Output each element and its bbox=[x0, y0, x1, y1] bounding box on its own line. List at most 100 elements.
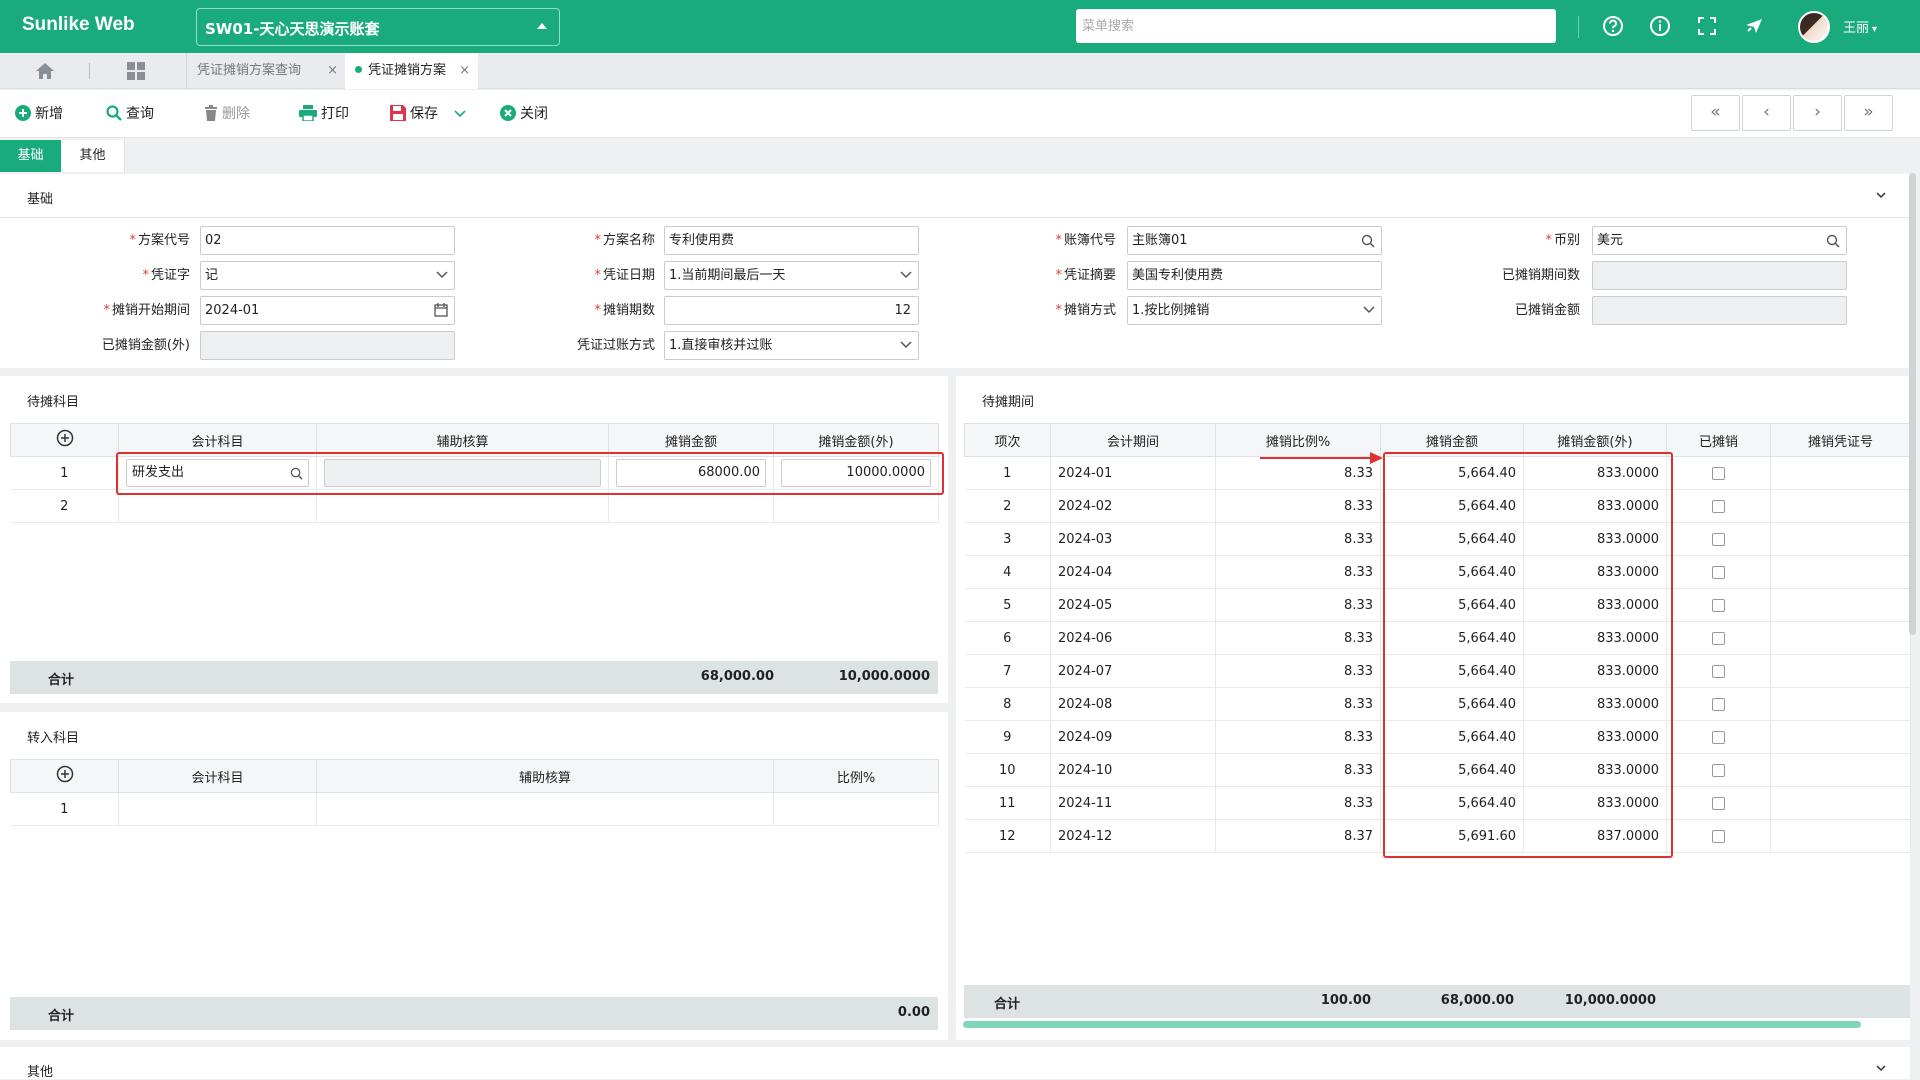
amortized-checkbox[interactable] bbox=[1712, 697, 1725, 711]
next-record-button[interactable]: › bbox=[1793, 95, 1842, 131]
other-section-header[interactable]: 其他 bbox=[0, 1047, 1910, 1080]
amortized-checkbox[interactable] bbox=[1712, 664, 1725, 678]
table-row[interactable]: 10 2024-10 8.33 5,664.40 833.0000 bbox=[964, 753, 1911, 787]
table-row[interactable]: 1 2024-01 8.33 5,664.40 833.0000 bbox=[964, 456, 1911, 490]
new-button[interactable]: 新增 bbox=[15, 104, 63, 124]
subject-cell[interactable]: 研发支出 bbox=[118, 456, 317, 490]
amortized-checkbox[interactable] bbox=[1712, 763, 1725, 777]
tab-voucher-plan-query[interactable]: 凭证摊销方案查询 × bbox=[186, 53, 346, 89]
notification-icon[interactable] bbox=[1742, 13, 1768, 39]
home-icon[interactable] bbox=[34, 61, 56, 81]
user-menu[interactable]: 王丽 ▾ bbox=[1843, 17, 1877, 36]
subtab-other[interactable]: 其他 bbox=[61, 140, 125, 172]
add-row-header[interactable] bbox=[10, 759, 119, 793]
start-period-input[interactable]: 2024-01 bbox=[200, 296, 455, 325]
ratio-cell[interactable]: 8.33 bbox=[1215, 555, 1381, 589]
help-icon[interactable] bbox=[1600, 13, 1626, 39]
horizontal-scrollbar[interactable] bbox=[963, 1021, 1861, 1028]
voucher-date-select[interactable]: 1.当前期间最后一天 bbox=[664, 261, 919, 290]
search-icon[interactable] bbox=[1361, 234, 1375, 248]
amortized-checkbox[interactable] bbox=[1712, 565, 1725, 579]
amortized-checkbox-cell[interactable] bbox=[1666, 621, 1771, 655]
prev-record-button[interactable]: ‹ bbox=[1742, 95, 1791, 131]
amount-fx-cell[interactable]: 833.0000 bbox=[1523, 555, 1667, 589]
amount-fx-cell[interactable]: 833.0000 bbox=[1523, 687, 1667, 721]
amount-fx-cell[interactable]: 837.0000 bbox=[1523, 819, 1667, 853]
table-row[interactable]: 2 bbox=[10, 489, 939, 523]
ledger-code-input[interactable]: 主账簿01 bbox=[1127, 226, 1382, 255]
ratio-cell[interactable]: 8.33 bbox=[1215, 654, 1381, 688]
amount-fx-cell[interactable]: 833.0000 bbox=[1523, 654, 1667, 688]
menu-search-input[interactable] bbox=[1076, 9, 1556, 43]
aux-cell[interactable] bbox=[316, 489, 609, 523]
info-icon[interactable] bbox=[1647, 13, 1673, 39]
amortized-checkbox-cell[interactable] bbox=[1666, 588, 1771, 622]
amortized-checkbox-cell[interactable] bbox=[1666, 522, 1771, 556]
amortized-checkbox[interactable] bbox=[1712, 598, 1725, 612]
chevron-down-icon[interactable] bbox=[1876, 1063, 1886, 1073]
ratio-cell[interactable]: 8.33 bbox=[1215, 588, 1381, 622]
add-row-icon[interactable] bbox=[56, 429, 74, 447]
calendar-icon[interactable] bbox=[434, 303, 448, 317]
table-row[interactable]: 5 2024-05 8.33 5,664.40 833.0000 bbox=[964, 588, 1911, 622]
ratio-cell[interactable]: 8.37 bbox=[1215, 819, 1381, 853]
delete-button[interactable]: 删除 bbox=[204, 104, 250, 124]
table-row[interactable]: 1 研发支出 68000.00 10000.0000 bbox=[10, 456, 939, 490]
amount-cell[interactable]: 5,664.40 bbox=[1380, 588, 1524, 622]
aux-cell[interactable] bbox=[316, 456, 609, 490]
amount-cell[interactable]: 5,664.40 bbox=[1380, 555, 1524, 589]
ratio-cell[interactable]: 8.33 bbox=[1215, 687, 1381, 721]
amount-cell[interactable] bbox=[608, 489, 774, 523]
amount-fx-cell[interactable]: 833.0000 bbox=[1523, 720, 1667, 754]
plan-code-input[interactable]: 02 bbox=[200, 226, 455, 255]
amortized-checkbox[interactable] bbox=[1712, 631, 1725, 645]
amount-fx-cell[interactable]: 833.0000 bbox=[1523, 621, 1667, 655]
ratio-cell[interactable]: 8.33 bbox=[1215, 720, 1381, 754]
amount-cell[interactable]: 5,664.40 bbox=[1380, 456, 1524, 490]
add-row-icon[interactable] bbox=[56, 765, 74, 783]
amortized-checkbox[interactable] bbox=[1712, 796, 1725, 810]
search-icon[interactable] bbox=[290, 467, 303, 480]
amortized-checkbox[interactable] bbox=[1712, 730, 1725, 744]
table-row[interactable]: 1 bbox=[10, 792, 939, 826]
table-row[interactable]: 11 2024-11 8.33 5,664.40 833.0000 bbox=[964, 786, 1911, 820]
table-row[interactable]: 8 2024-08 8.33 5,664.40 833.0000 bbox=[964, 687, 1911, 721]
amount-cell[interactable]: 5,664.40 bbox=[1380, 720, 1524, 754]
amortized-checkbox-cell[interactable] bbox=[1666, 654, 1771, 688]
subject-input[interactable]: 研发支出 bbox=[126, 459, 309, 487]
search-icon[interactable] bbox=[1826, 234, 1840, 248]
vertical-scrollbar[interactable] bbox=[1909, 173, 1916, 635]
aux-cell[interactable] bbox=[316, 792, 774, 826]
table-row[interactable]: 6 2024-06 8.33 5,664.40 833.0000 bbox=[964, 621, 1911, 655]
amortized-checkbox-cell[interactable] bbox=[1666, 819, 1771, 853]
amount-fx-cell[interactable]: 833.0000 bbox=[1523, 522, 1667, 556]
amortized-checkbox-cell[interactable] bbox=[1666, 687, 1771, 721]
query-button[interactable]: 查询 bbox=[106, 104, 154, 124]
amortized-checkbox-cell[interactable] bbox=[1666, 720, 1771, 754]
amount-cell[interactable]: 5,664.40 bbox=[1380, 687, 1524, 721]
subject-cell[interactable] bbox=[118, 489, 317, 523]
last-record-button[interactable]: » bbox=[1844, 95, 1893, 131]
add-row-header[interactable] bbox=[10, 423, 119, 457]
amortized-checkbox[interactable] bbox=[1712, 499, 1725, 513]
amount-cell[interactable]: 5,664.40 bbox=[1380, 522, 1524, 556]
account-selector[interactable]: SW01-天心天思演示账套 bbox=[196, 8, 560, 46]
fullscreen-icon[interactable] bbox=[1694, 13, 1720, 39]
save-button[interactable]: 保存 bbox=[390, 104, 438, 124]
ratio-cell[interactable] bbox=[773, 792, 939, 826]
amount-fx-cell[interactable]: 10000.0000 bbox=[773, 456, 939, 490]
plan-name-input[interactable]: 专利使用费 bbox=[664, 226, 919, 255]
amount-fx-cell[interactable] bbox=[773, 489, 939, 523]
amount-fx-cell[interactable]: 833.0000 bbox=[1523, 588, 1667, 622]
ratio-cell[interactable]: 8.33 bbox=[1215, 621, 1381, 655]
amortized-checkbox[interactable] bbox=[1712, 829, 1725, 843]
amortized-checkbox-cell[interactable] bbox=[1666, 786, 1771, 820]
amount-fx-cell[interactable]: 833.0000 bbox=[1523, 753, 1667, 787]
amount-cell[interactable]: 5,664.40 bbox=[1380, 621, 1524, 655]
chevron-down-icon[interactable] bbox=[1876, 190, 1886, 200]
amount-fx-cell[interactable]: 833.0000 bbox=[1523, 489, 1667, 523]
ratio-cell[interactable]: 8.33 bbox=[1215, 786, 1381, 820]
save-dropdown-chevron-icon[interactable] bbox=[454, 110, 466, 118]
first-record-button[interactable]: « bbox=[1691, 95, 1740, 131]
amortized-checkbox[interactable] bbox=[1712, 466, 1725, 480]
